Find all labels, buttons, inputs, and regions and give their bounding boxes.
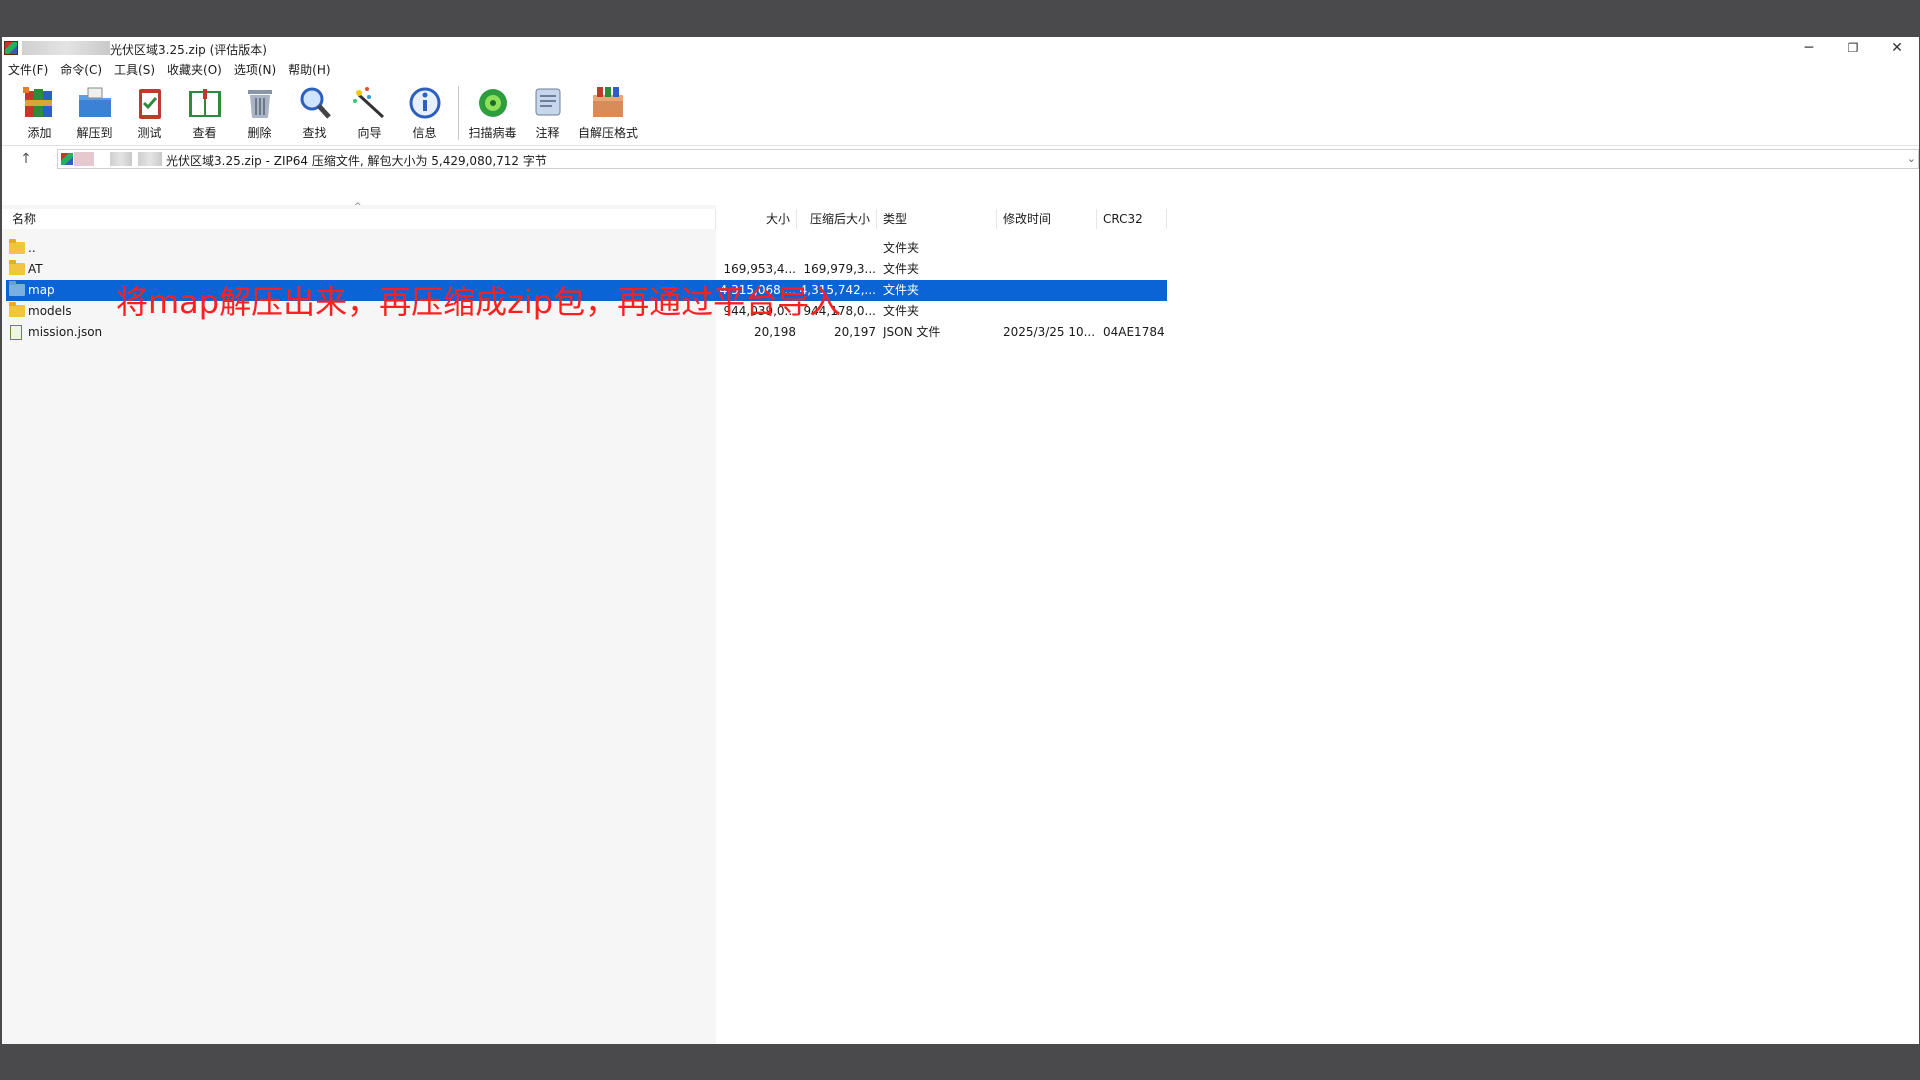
column-header: 名称 大小 压缩后大小 类型 修改时间 CRC32 <box>2 209 1167 229</box>
menu-options[interactable]: 选项(N) <box>228 61 282 79</box>
wizard-label: 向导 <box>357 126 382 140</box>
sfx-button[interactable]: 自解压格式 <box>575 84 641 142</box>
file-type: 文件夹 <box>883 304 920 318</box>
add-label: 添加 <box>27 126 52 140</box>
sort-caret-icon: ^ <box>354 202 362 212</box>
file-row-parent[interactable]: .. 文件夹 <box>6 238 1167 259</box>
column-crc[interactable]: CRC32 <box>1097 209 1167 229</box>
close-button[interactable]: ✕ <box>1875 37 1919 59</box>
minimize-button[interactable]: ─ <box>1787 37 1831 59</box>
column-name[interactable]: 名称 <box>6 209 716 229</box>
path-field[interactable]: 光伏区域3.25.zip - ZIP64 压缩文件, 解包大小为 5,429,0… <box>57 149 1919 169</box>
delete-button[interactable]: 删除 <box>232 84 287 142</box>
add-button[interactable]: 添加 <box>12 84 67 142</box>
test-clipboard-icon <box>131 85 169 121</box>
file-modified: 2025/3/25 10... <box>1003 325 1096 339</box>
file-name: models <box>28 304 72 318</box>
extract-folder-icon <box>76 85 114 121</box>
magnifier-icon <box>296 85 334 121</box>
file-size: 20,198 <box>754 325 796 339</box>
desktop-bottom <box>0 1044 1920 1080</box>
file-type: 文件夹 <box>883 283 920 297</box>
comment-icon <box>529 85 567 121</box>
file-name: .. <box>28 241 36 255</box>
view-label: 查看 <box>192 126 217 140</box>
archive-path-text: 光伏区域3.25.zip - ZIP64 压缩文件, 解包大小为 5,429,0… <box>166 154 547 168</box>
sfx-box-icon <box>589 85 627 121</box>
test-button[interactable]: 测试 <box>122 84 177 142</box>
comment-button[interactable]: 注释 <box>520 84 575 142</box>
column-modified[interactable]: 修改时间 <box>997 209 1097 229</box>
file-crc: 04AE1784 <box>1103 325 1165 339</box>
file-type: 文件夹 <box>883 241 920 255</box>
address-bar: ↑ 光伏区域3.25.zip - ZIP64 压缩文件, 解包大小为 5,429… <box>2 145 1919 172</box>
column-type[interactable]: 类型 <box>877 209 997 229</box>
folder-icon <box>9 239 25 254</box>
toolbar: 添加 解压到 测试 查看 删除 查找 向导 信息 扫描病毒 注释 自解压格式 <box>12 84 641 142</box>
file-packed: 20,197 <box>834 325 876 339</box>
file-type: JSON 文件 <box>883 325 941 339</box>
redacted-block <box>22 41 110 55</box>
info-label: 信息 <box>412 126 437 140</box>
menu-bar: 文件(F) 命令(C) 工具(S) 收藏夹(O) 选项(N) 帮助(H) <box>2 61 1919 79</box>
info-button[interactable]: 信息 <box>397 84 452 142</box>
redacted-block <box>110 152 132 166</box>
column-size[interactable]: 大小 <box>716 209 797 229</box>
winrar-window: 光伏区域3.25.zip (评估版本) ─ ❐ ✕ 文件(F) 命令(C) 工具… <box>2 37 1919 1044</box>
folder-icon <box>9 260 25 275</box>
file-name: map <box>28 283 55 297</box>
redacted-block <box>138 152 162 166</box>
view-button[interactable]: 查看 <box>177 84 232 142</box>
wizard-button[interactable]: 向导 <box>342 84 397 142</box>
chevron-down-icon[interactable]: ⌄ <box>1907 152 1916 165</box>
info-icon <box>406 85 444 121</box>
title-bar: 光伏区域3.25.zip (评估版本) ─ ❐ ✕ <box>2 37 1919 59</box>
window-title: 光伏区域3.25.zip (评估版本) <box>110 43 267 57</box>
scan-virus-label: 扫描病毒 <box>468 126 517 140</box>
menu-favorites[interactable]: 收藏夹(O) <box>161 61 228 79</box>
find-button[interactable]: 查找 <box>287 84 342 142</box>
file-type: 文件夹 <box>883 262 920 276</box>
menu-help[interactable]: 帮助(H) <box>282 61 336 79</box>
add-archive-icon <box>21 85 59 121</box>
wizard-wand-icon <box>351 85 389 121</box>
find-label: 查找 <box>302 126 327 140</box>
menu-file[interactable]: 文件(F) <box>2 61 54 79</box>
file-row-mission-json[interactable]: mission.json 20,198 20,197 JSON 文件 2025/… <box>6 322 1167 343</box>
folder-icon <box>9 281 25 296</box>
comment-label: 注释 <box>535 126 560 140</box>
view-book-icon <box>186 85 224 121</box>
extract-to-label: 解压到 <box>76 126 113 140</box>
annotation-text: 将map解压出来，再压缩成zip包，再通过平台导入 <box>116 283 842 321</box>
scan-virus-button[interactable]: 扫描病毒 <box>465 84 520 142</box>
menu-commands[interactable]: 命令(C) <box>54 61 108 79</box>
trash-icon <box>241 85 279 121</box>
folder-icon <box>9 302 25 317</box>
delete-label: 删除 <box>247 126 272 140</box>
extract-to-button[interactable]: 解压到 <box>67 84 122 142</box>
sfx-label: 自解压格式 <box>577 126 638 140</box>
winrar-app-icon[interactable] <box>4 41 18 55</box>
test-label: 测试 <box>137 126 162 140</box>
column-packed[interactable]: 压缩后大小 <box>797 209 877 229</box>
file-name: mission.json <box>28 325 103 339</box>
virus-scan-icon <box>474 85 512 121</box>
archive-icon <box>61 153 73 165</box>
menu-tools[interactable]: 工具(S) <box>108 61 161 79</box>
json-file-icon <box>10 325 22 340</box>
redacted-block <box>74 152 94 166</box>
file-name: AT <box>28 262 43 276</box>
maximize-button[interactable]: ❐ <box>1831 37 1875 59</box>
toolbar-separator <box>458 86 459 140</box>
up-arrow-icon[interactable]: ↑ <box>16 149 36 169</box>
